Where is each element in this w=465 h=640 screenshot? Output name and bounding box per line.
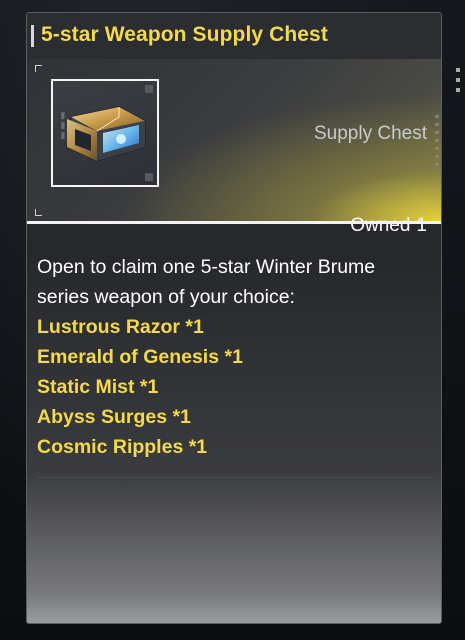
header-accent-bar [31, 25, 34, 47]
owned-count: Owned 1 [350, 215, 427, 237]
scroll-indicator-dot [456, 68, 460, 72]
item-detail-panel: 5-star Weapon Supply Chest ▮▮▮ Supply Ch… [26, 12, 442, 624]
weapon-choice-item: Emerald of Genesis *1 [37, 346, 243, 368]
frame-corner-decoration [145, 85, 153, 93]
item-title: 5-star Weapon Supply Chest [41, 23, 328, 46]
scroll-indicator-dot [456, 78, 460, 82]
banner-corner-mark [35, 209, 42, 216]
weapon-choice-item: Abyss Surges *1 [37, 406, 191, 428]
supply-chest-icon [66, 106, 146, 162]
item-description: Open to claim one 5-star Winter Brume se… [37, 252, 433, 312]
panel-header: 5-star Weapon Supply Chest [27, 13, 441, 59]
item-type-label: Supply Chest [313, 123, 427, 144]
item-icon-frame[interactable]: ▮▮▮ [51, 79, 159, 187]
banner-divider [27, 221, 441, 224]
weapon-choice-item: Lustrous Razor *1 [37, 316, 204, 338]
weapon-choice-list: Lustrous Razor *1 Emerald of Genesis *1 … [37, 312, 243, 462]
owned-count-value: 1 [416, 215, 427, 236]
owned-label: Owned [350, 215, 411, 236]
frame-corner-decoration [145, 173, 153, 181]
description-line: series weapon of your choice: [37, 286, 295, 308]
content-divider [37, 477, 433, 478]
item-banner: ▮▮▮ Supply Chest Owned 1 [27, 59, 441, 236]
weapon-choice-item: Cosmic Ripples *1 [37, 436, 208, 458]
description-line: Open to claim one 5-star Winter Brume [37, 256, 376, 278]
banner-dots-decoration [435, 115, 439, 167]
scroll-indicator-dot [456, 88, 460, 92]
weapon-choice-item: Static Mist *1 [37, 376, 159, 398]
banner-corner-mark [35, 65, 42, 72]
